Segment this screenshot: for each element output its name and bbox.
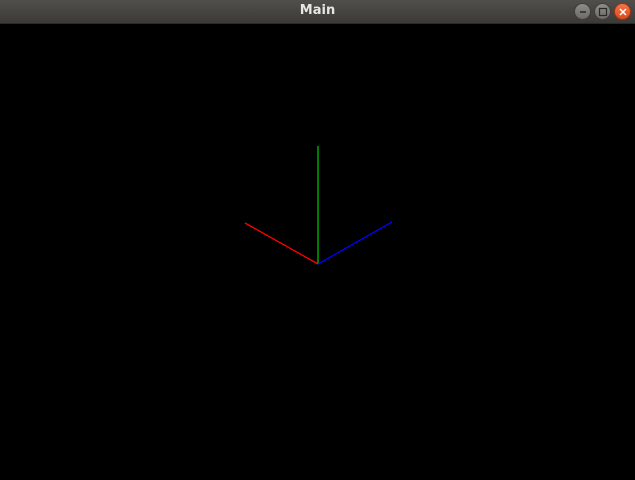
axes-gizmo: [244, 146, 393, 265]
maximize-icon: [598, 7, 608, 17]
z-axis-line: [317, 221, 393, 265]
close-icon: [619, 8, 627, 16]
maximize-button[interactable]: [594, 3, 611, 20]
window-title: Main: [299, 3, 336, 18]
window-controls: [574, 3, 631, 20]
gl-viewport[interactable]: [0, 25, 635, 480]
main-window: Main: [0, 0, 635, 480]
title-bar[interactable]: Main: [0, 0, 635, 24]
close-button[interactable]: [614, 3, 631, 20]
x-axis-line: [244, 222, 319, 265]
minimize-icon: [580, 11, 586, 13]
minimize-button[interactable]: [574, 3, 591, 20]
